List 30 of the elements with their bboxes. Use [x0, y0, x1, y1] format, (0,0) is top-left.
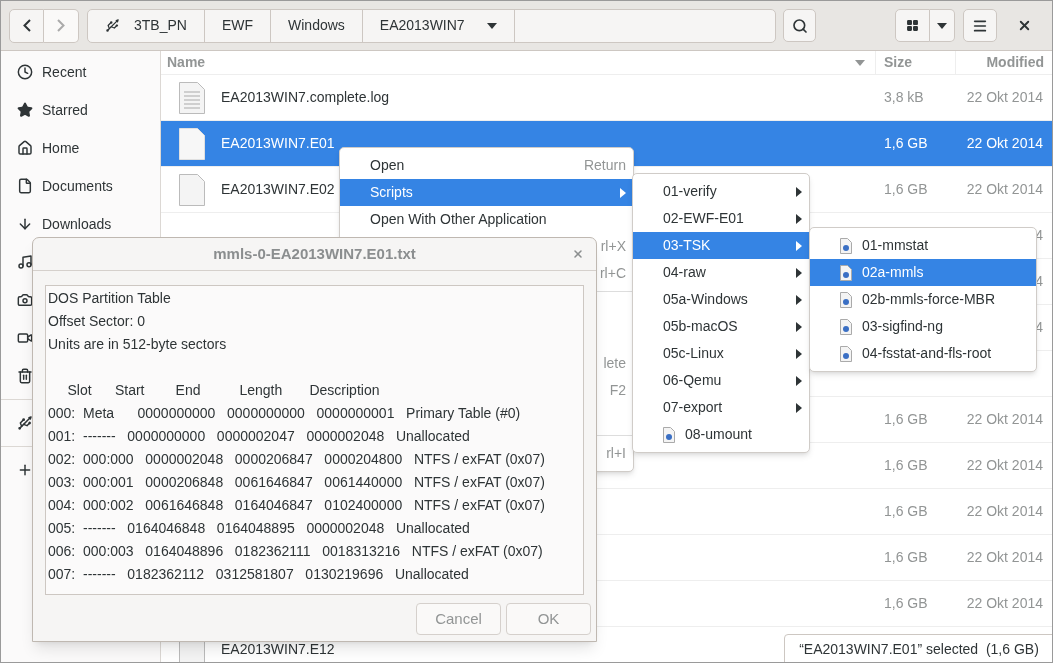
file-date: 22 Okt 2014: [966, 134, 1043, 153]
file-date: 22 Okt 2014: [966, 548, 1043, 567]
text-line: 003: 000:001 0000206848 0061646847 0061440000 NTFS / exFAT (0x07): [48, 473, 545, 492]
dialog-title: mmls-0-EA2013WIN7.E01.txt: [213, 243, 416, 264]
file-date: 22 Okt 2014: [966, 456, 1043, 475]
text-line: 001: ------- 0000000000 0000002047 0000002048 Unallocated: [48, 427, 470, 446]
file-size: 1,6 GB: [884, 135, 928, 151]
text-line: Offset Sector: 0: [48, 312, 145, 331]
file-date: 22 Okt 2014: [966, 88, 1043, 107]
file-size: 1,6 GB: [884, 411, 928, 427]
file-size: 1,6 GB: [884, 457, 928, 473]
text-line: 000: Meta 0000000000 0000000000 0000000001 Primary Table (#0): [48, 404, 521, 423]
file-date: 22 Okt 2014: [966, 502, 1043, 521]
file-size: 1,6 GB: [884, 181, 928, 197]
file-name: EA2013WIN7.complete.log: [221, 88, 390, 107]
file-name: EA2013WIN7.E01: [221, 134, 335, 153]
text-line: Units are in 512-byte sectors: [48, 335, 227, 354]
file-size: 1,6 GB: [884, 549, 928, 565]
file-size: 3,8 kB: [884, 89, 924, 105]
text-line: Slot Start End Length Description: [66, 381, 380, 400]
file-date: 22 Okt 2014: [966, 594, 1043, 613]
status-bar: “EA2013WIN7.E01” selected (1,6 GB): [784, 634, 1052, 662]
file-date: 22 Okt 2014: [966, 410, 1043, 429]
file-name: EA2013WIN7.E02: [221, 180, 335, 199]
file-size: 1,6 GB: [884, 503, 928, 519]
file-name: EA2013WIN7.E12: [221, 640, 335, 659]
file-date: 22 Okt 2014: [966, 180, 1043, 199]
text-line: DOS Partition Table: [48, 289, 171, 308]
file-size: 1,6 GB: [884, 595, 928, 611]
text-line: 002: 000:000 0000002048 0000206847 0000204800 NTFS / exFAT (0x07): [48, 450, 545, 469]
